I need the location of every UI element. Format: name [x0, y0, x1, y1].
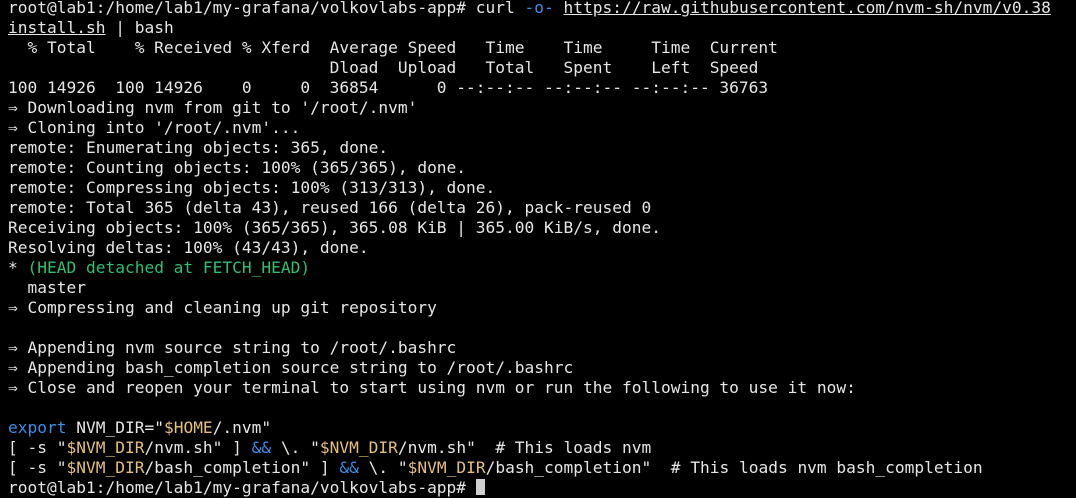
progress-header-1: % Total % Received % Xferd Average Speed… — [8, 38, 778, 57]
git-head-line: * (HEAD detached at FETCH_HEAD) — [8, 258, 1076, 278]
command-line-wrap: install.sh | bash — [8, 18, 1076, 38]
output-line: remote: Total 365 (delta 43), reused 166… — [8, 198, 652, 217]
command-space — [554, 0, 564, 17]
export-keyword: export — [8, 418, 67, 437]
prompt: root@lab1:/home/lab1/my-grafana/volkovla… — [8, 478, 476, 497]
progress-header-2: Dload Upload Total Spent Left Speed — [8, 58, 759, 77]
terminal-window[interactable]: root@lab1:/home/lab1/my-grafana/volkovla… — [0, 0, 1076, 497]
command-curl: curl — [475, 0, 525, 17]
output-line: ⇒ Cloning into '/root/.nvm'... — [8, 118, 301, 137]
segment: /nvm.sh" ] — [144, 438, 252, 457]
output-line: ⇒ Close and reopen your terminal to star… — [8, 378, 856, 397]
head-detached-text: (HEAD detached at FETCH_HEAD) — [27, 258, 311, 277]
branch-master: master — [8, 278, 86, 297]
home-variable: $HOME — [163, 418, 213, 437]
command-flag: -o- — [524, 0, 554, 17]
export-line: export NVM_DIR="$HOME/.nvm" — [8, 418, 1076, 438]
nvm-dir-variable: $NVM_DIR — [319, 438, 398, 457]
segment: \. " — [271, 438, 320, 457]
segment: /bash_completion" ] — [144, 458, 340, 477]
output-line: ⇒ Downloading nvm from git to '/root/.nv… — [8, 98, 418, 117]
segment: /nvm.sh" # This loads nvm — [397, 438, 652, 457]
text-cursor — [475, 479, 485, 495]
nvm-dir-variable: $NVM_DIR — [407, 458, 486, 477]
nvm-dir-variable: $NVM_DIR — [66, 438, 145, 457]
load-nvm-line: [ -s "$NVM_DIR/nvm.sh" ] && \. "$NVM_DIR… — [8, 438, 1076, 458]
and-operator: && — [339, 458, 359, 477]
export-end: /.nvm" — [212, 418, 272, 437]
progress-row: 100 14926 100 14926 0 0 36854 0 --:--:--… — [8, 78, 769, 97]
command-url-cont[interactable]: install.sh — [8, 18, 105, 37]
output-line: remote: Counting objects: 100% (365/365)… — [8, 158, 467, 177]
output-line: ⇒ Appending nvm source string to /root/.… — [8, 338, 457, 357]
command-url[interactable]: https://raw.githubusercontent.com/nvm-sh… — [564, 0, 1051, 17]
segment: /bash_completion" # This loads nvm bash_… — [485, 458, 983, 477]
command-line: root@lab1:/home/lab1/my-grafana/volkovla… — [8, 0, 1076, 18]
output-line: ⇒ Appending bash_completion source strin… — [8, 358, 574, 377]
final-prompt-line[interactable]: root@lab1:/home/lab1/my-grafana/volkovla… — [8, 478, 1076, 498]
prompt: root@lab1:/home/lab1/my-grafana/volkovla… — [8, 0, 476, 17]
output-line: remote: Compressing objects: 100% (313/3… — [8, 178, 496, 197]
segment: \. " — [358, 458, 408, 477]
output-line: remote: Enumerating objects: 365, done. — [8, 138, 389, 157]
export-rest: NVM_DIR=" — [66, 418, 164, 437]
command-pipe: | bash — [105, 18, 174, 37]
nvm-dir-variable: $NVM_DIR — [66, 458, 145, 477]
output-line: Resolving deltas: 100% (43/43), done. — [8, 238, 369, 257]
segment: [ -s " — [8, 438, 67, 457]
load-completion-line: [ -s "$NVM_DIR/bash_completion" ] && \. … — [8, 458, 1076, 478]
segment: [ -s " — [8, 458, 67, 477]
head-star: * — [8, 258, 28, 277]
output-line: Receiving objects: 100% (365/365), 365.0… — [8, 218, 661, 237]
output-line: ⇒ Compressing and cleaning up git reposi… — [8, 298, 437, 317]
and-operator: && — [251, 438, 272, 457]
